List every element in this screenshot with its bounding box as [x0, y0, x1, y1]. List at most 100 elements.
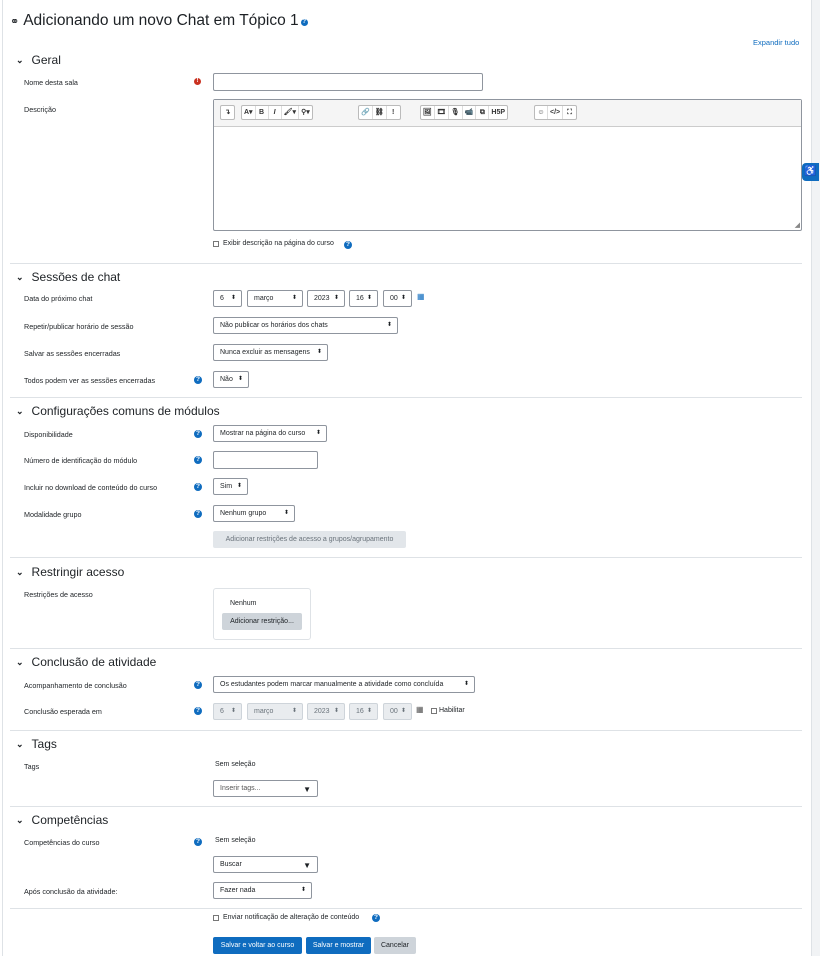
collapse-toolbar-icon[interactable]: ↴ — [221, 106, 234, 119]
emoji-icon[interactable]: ☺ — [535, 106, 548, 119]
after-completion-label: Após conclusão da atividade: — [24, 887, 118, 896]
help-icon[interactable]: ? — [194, 456, 202, 464]
image-icon[interactable]: 🖼 — [421, 106, 435, 119]
dropdown-icon[interactable]: ▼ — [303, 782, 311, 797]
next-chat-label: Data do próximo chat — [24, 294, 93, 303]
expand-all-link[interactable]: Expandir tudo — [753, 38, 799, 47]
description-label: Descrição — [24, 105, 56, 114]
notify-checkbox[interactable] — [213, 915, 219, 921]
course-competencies-label: Competências do curso — [24, 838, 100, 847]
calendar-icon[interactable]: ▦ — [417, 292, 425, 301]
expected-month-select[interactable]: março ⬍ — [247, 703, 303, 720]
emergency-icon[interactable]: ! — [387, 106, 400, 119]
chevron-down-icon: ⌄ — [16, 738, 24, 749]
expected-day-select[interactable]: 6 ⬍ — [213, 703, 242, 720]
enable-expected-label: Habilitar — [439, 707, 465, 714]
restrictions-box: Nenhum Adicionar restrição... — [213, 588, 311, 640]
everyone-select[interactable]: Não ⬍ — [213, 371, 249, 388]
bold-icon[interactable]: B — [256, 106, 269, 119]
help-icon[interactable]: ? — [300, 19, 308, 26]
link-icon[interactable]: 🔗 — [359, 106, 373, 119]
idnumber-input[interactable] — [213, 451, 318, 469]
help-icon[interactable]: ? — [372, 914, 380, 922]
add-restriction-button[interactable]: Adicionar restrição... — [222, 613, 302, 630]
help-icon[interactable]: ? — [194, 376, 202, 384]
section-tags-header[interactable]: ⌄ Tags — [16, 737, 57, 751]
paragraph-style-icon[interactable]: A▾ — [242, 106, 256, 119]
after-completion-select[interactable]: Fazer nada ⬍ — [213, 882, 312, 899]
download-label: Incluir no download de conteúdo do curso — [24, 483, 158, 492]
hour-select[interactable]: 16 ⬍ — [349, 290, 378, 307]
h5p-icon[interactable]: H5P — [489, 106, 507, 119]
record-video-icon[interactable]: 📹 — [463, 106, 477, 119]
calendar-icon[interactable]: ▦ — [416, 705, 424, 714]
section-geral-header[interactable]: ⌄ Geral — [16, 53, 61, 67]
download-select[interactable]: Sim ⬍ — [213, 478, 248, 495]
help-icon[interactable]: ? — [194, 510, 202, 518]
section-title: Geral — [31, 53, 61, 67]
idnumber-label: Número de identificação do módulo — [24, 456, 138, 465]
notify-label: Enviar notificação de alteração de conte… — [223, 914, 360, 921]
help-icon[interactable]: ? — [194, 430, 202, 438]
chevron-down-icon: ⌄ — [16, 271, 24, 282]
availability-select[interactable]: Mostrar na página do curso ⬍ — [213, 425, 327, 442]
section-restrict-header[interactable]: ⌄ Restringir acesso — [16, 565, 124, 579]
unlink-icon[interactable]: ⛓ — [373, 106, 387, 119]
search-placeholder: Buscar — [220, 861, 242, 868]
media-icon[interactable]: 🎞 — [435, 106, 449, 119]
name-input[interactable] — [213, 73, 483, 91]
name-label: Nome desta sala — [24, 78, 78, 87]
divider — [10, 806, 802, 807]
minute-select[interactable]: 00 ⬍ — [383, 290, 412, 307]
accessibility-icon[interactable]: ♿ — [802, 163, 819, 181]
competencies-search[interactable]: Buscar ▼ — [213, 856, 318, 873]
section-completion-header[interactable]: ⌄ Conclusão de atividade — [16, 655, 156, 669]
page-title-text: Adicionando um novo Chat em Tópico 1 — [23, 12, 299, 29]
save-display-button[interactable]: Salvar e mostrar — [306, 937, 371, 954]
text-color-icon[interactable]: 🖌▾ — [282, 106, 299, 119]
help-icon[interactable]: ? — [194, 681, 202, 689]
repeat-select[interactable]: Não publicar os horários dos chats ⬍ — [213, 317, 398, 334]
everyone-label: Todos podem ver as sessões encerradas — [24, 376, 156, 385]
enable-expected-checkbox[interactable] — [431, 708, 437, 714]
section-title: Competências — [31, 813, 109, 827]
show-description-checkbox[interactable] — [213, 241, 219, 247]
expected-year-select[interactable]: 2023 ⬍ — [307, 703, 345, 720]
background-color-icon[interactable]: ⚲▾ — [299, 106, 312, 119]
description-editor[interactable]: ↴ A▾ B I 🖌▾ ⚲▾ 🔗 ⛓ ! 🖼 🎞 🎙 📹 ⧉ H5P ☺ </>… — [213, 99, 802, 231]
year-select[interactable]: 2023 ⬍ — [307, 290, 345, 307]
competencies-none: Sem seleção — [215, 837, 256, 844]
record-audio-icon[interactable]: 🎙 — [449, 106, 463, 119]
restrict-groups-button[interactable]: Adicionar restrições de acesso a grupos/… — [213, 531, 406, 548]
section-sessions-header[interactable]: ⌄ Sessões de chat — [16, 270, 120, 284]
tracking-label: Acompanhamento de conclusão — [24, 681, 127, 690]
manage-files-icon[interactable]: ⧉ — [476, 106, 490, 119]
fullscreen-icon[interactable]: ⛶ — [563, 106, 576, 119]
help-icon[interactable]: ? — [194, 707, 202, 715]
save-sessions-select[interactable]: Nunca excluir as mensagens ⬍ — [213, 344, 328, 361]
html-icon[interactable]: </> — [548, 106, 564, 119]
chevron-down-icon: ⌄ — [16, 656, 24, 667]
scrollbar-track[interactable] — [812, 0, 820, 956]
required-icon: ! — [194, 78, 201, 85]
cancel-button[interactable]: Cancelar — [374, 937, 416, 954]
help-icon[interactable]: ? — [194, 838, 202, 846]
tracking-select[interactable]: Os estudantes podem marcar manualmente a… — [213, 676, 475, 693]
page-title: ⚭ Adicionando um novo Chat em Tópico 1 ? — [10, 12, 308, 30]
tags-input[interactable]: Inserir tags... ▼ — [213, 780, 318, 797]
expected-hour-select[interactable]: 16 ⬍ — [349, 703, 378, 720]
day-select[interactable]: 6 ⬍ — [213, 290, 242, 307]
help-icon[interactable]: ? — [194, 483, 202, 491]
section-common-header[interactable]: ⌄ Configurações comuns de módulos — [16, 404, 220, 418]
help-icon[interactable]: ? — [344, 241, 352, 249]
tags-none: Sem seleção — [215, 761, 256, 768]
expected-minute-select[interactable]: 00 ⬍ — [383, 703, 412, 720]
italic-icon[interactable]: I — [269, 106, 282, 119]
save-return-button[interactable]: Salvar e voltar ao curso — [213, 937, 302, 954]
month-select[interactable]: março ⬍ — [247, 290, 303, 307]
groupmode-select[interactable]: Nenhum grupo ⬍ — [213, 505, 295, 522]
resize-handle-icon[interactable]: ◢ — [795, 221, 800, 229]
dropdown-icon[interactable]: ▼ — [303, 858, 311, 873]
section-competencies-header[interactable]: ⌄ Competências — [16, 813, 108, 827]
divider — [10, 730, 802, 731]
